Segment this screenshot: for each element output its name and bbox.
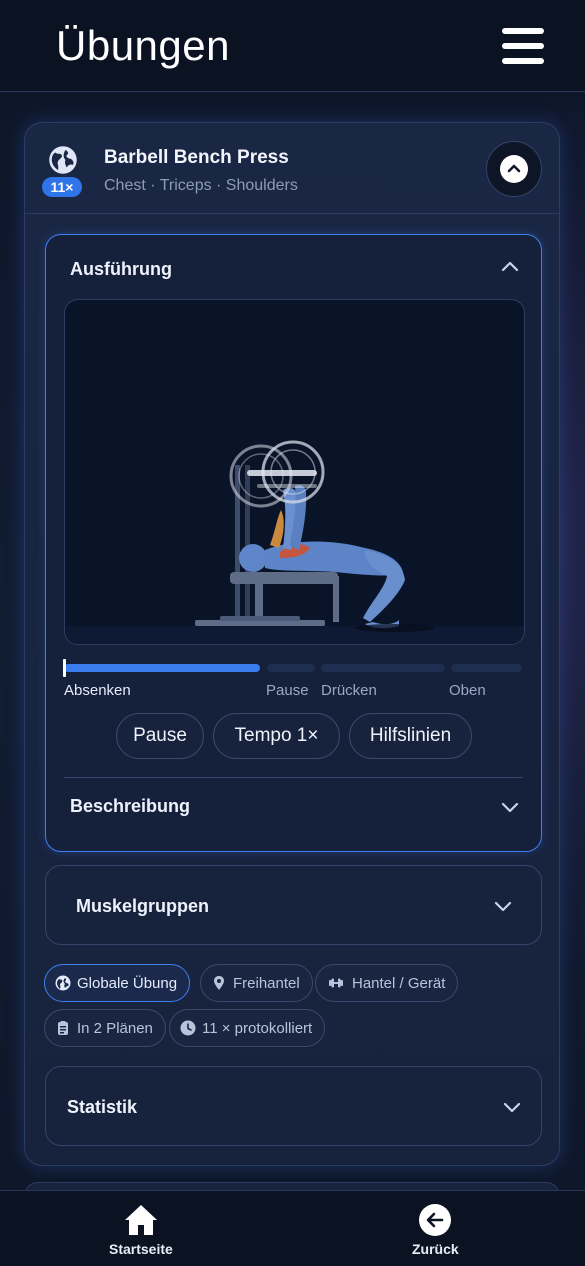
hamburger-menu-icon[interactable] — [502, 28, 544, 64]
muscle-groups-panel[interactable]: Muskelgruppen — [45, 865, 542, 945]
chip-label: In 2 Plänen — [77, 1019, 153, 1037]
arrow-left-circle-icon — [419, 1204, 452, 1236]
dumbbell-icon — [329, 978, 343, 988]
chip-label: Hantel / Gerät — [352, 974, 446, 992]
chip-label: Globale Übung — [77, 974, 178, 992]
exercise-card: 11× Barbell Bench Press Chest · Triceps … — [24, 122, 560, 1166]
bench-press-figure — [195, 440, 435, 632]
chip-global-exercise[interactable]: Globale Übung — [44, 964, 191, 1002]
nav-home[interactable]: Startseite — [109, 1203, 173, 1257]
phase-label-top: Oben — [449, 682, 486, 699]
phase-bar-top — [451, 664, 522, 672]
phase-label-lower: Absenken — [64, 682, 131, 699]
muscle-groups-title: Muskelgruppen — [76, 896, 210, 916]
nav-home-label: Startseite — [109, 1241, 173, 1257]
execution-panel: Ausführung Absenken Pause Drücken Oben P… — [45, 234, 542, 852]
phase-label-press: Drücken — [321, 682, 377, 699]
execution-title: Ausführung — [70, 259, 172, 279]
divider — [64, 777, 523, 778]
chip-free-weight[interactable]: Freihantel — [200, 964, 313, 1002]
phase-label-pause: Pause — [266, 682, 309, 699]
chevron-up-icon[interactable] — [500, 257, 520, 277]
phase-bar-press — [321, 664, 445, 672]
nav-back-label: Zurück — [412, 1241, 459, 1257]
clipboard-icon — [58, 1021, 68, 1035]
exercise-card-header: 11× Barbell Bench Press Chest · Triceps … — [25, 123, 559, 214]
nav-back[interactable]: Zurück — [412, 1203, 459, 1257]
progress-marker[interactable] — [63, 659, 66, 677]
chevron-down-icon[interactable] — [500, 797, 520, 817]
exercise-type-indicator — [45, 145, 81, 181]
chip-label: 11 × protokolliert — [202, 1019, 313, 1037]
statistics-panel[interactable]: Statistik — [45, 1066, 542, 1146]
chip-equipment[interactable]: Hantel / Gerät — [315, 964, 459, 1002]
clock-icon — [180, 1020, 196, 1036]
globe-icon — [49, 146, 77, 174]
guides-button[interactable]: Hilfslinien — [349, 713, 472, 759]
bottom-navigation: Startseite Zurück — [0, 1190, 585, 1266]
chip-label: Freihantel — [233, 974, 300, 992]
chevron-down-icon[interactable] — [502, 1097, 522, 1117]
exercise-name: Barbell Bench Press — [104, 147, 289, 168]
phase-bar-lower — [64, 664, 260, 672]
tempo-button[interactable]: Tempo 1× — [213, 713, 340, 759]
statistics-title: Statistik — [67, 1097, 138, 1117]
exercise-muscles: Chest · Triceps · Shoulders — [104, 177, 298, 194]
usage-count-badge: 11× — [42, 177, 82, 197]
page-title: Übungen — [56, 22, 230, 69]
chip-plans[interactable]: In 2 Plänen — [44, 1009, 166, 1047]
chevron-down-icon[interactable] — [493, 896, 513, 916]
description-title[interactable]: Beschreibung — [70, 796, 190, 817]
exercise-animation — [64, 299, 525, 645]
chevron-up-icon — [507, 164, 521, 173]
chip-logged[interactable]: 11 × protokolliert — [169, 1009, 326, 1047]
location-pin-icon — [214, 976, 224, 990]
top-bar: Übungen — [0, 0, 585, 92]
phase-bar-pause — [267, 664, 315, 672]
home-icon — [124, 1205, 157, 1235]
collapse-card-button[interactable] — [486, 141, 542, 197]
globe-icon — [55, 975, 71, 991]
pause-button[interactable]: Pause — [116, 713, 204, 759]
